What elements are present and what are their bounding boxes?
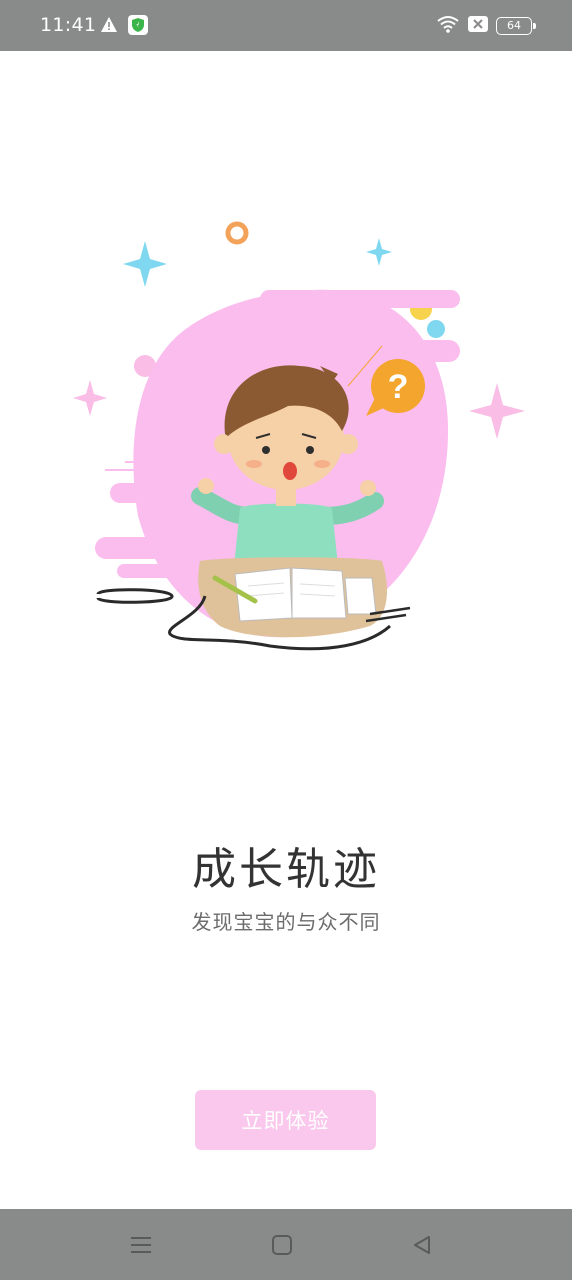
status-bar: 11:41 64 (0, 0, 572, 51)
sparkle-icon (123, 241, 167, 287)
sparkle-icon (366, 238, 392, 266)
sparkle-icon (469, 383, 525, 439)
battery-icon: 64 (496, 17, 536, 35)
status-time: 11:41 (40, 14, 97, 36)
svg-text:?: ? (388, 368, 409, 406)
menu-icon[interactable] (127, 1231, 155, 1259)
onboarding-screen: ? 成长轨迹 发现宝宝的与众不同 立即体验 (0, 51, 572, 1209)
home-icon[interactable] (268, 1231, 296, 1259)
try-now-button[interactable]: 立即体验 (195, 1090, 376, 1150)
page-title: 成长轨迹 (192, 844, 380, 895)
wifi-icon (436, 15, 460, 37)
back-icon[interactable] (408, 1231, 436, 1259)
sparkle-icon (73, 380, 107, 416)
shield-icon (128, 15, 148, 39)
ring-decoration (225, 221, 249, 245)
growth-illustration: ? (73, 221, 525, 651)
boy-body (234, 503, 338, 566)
sim-off-icon (468, 16, 488, 36)
page-subtitle: 发现宝宝的与众不同 (191, 910, 381, 934)
navigation-bar (0, 1209, 572, 1280)
warning-icon (100, 16, 118, 38)
